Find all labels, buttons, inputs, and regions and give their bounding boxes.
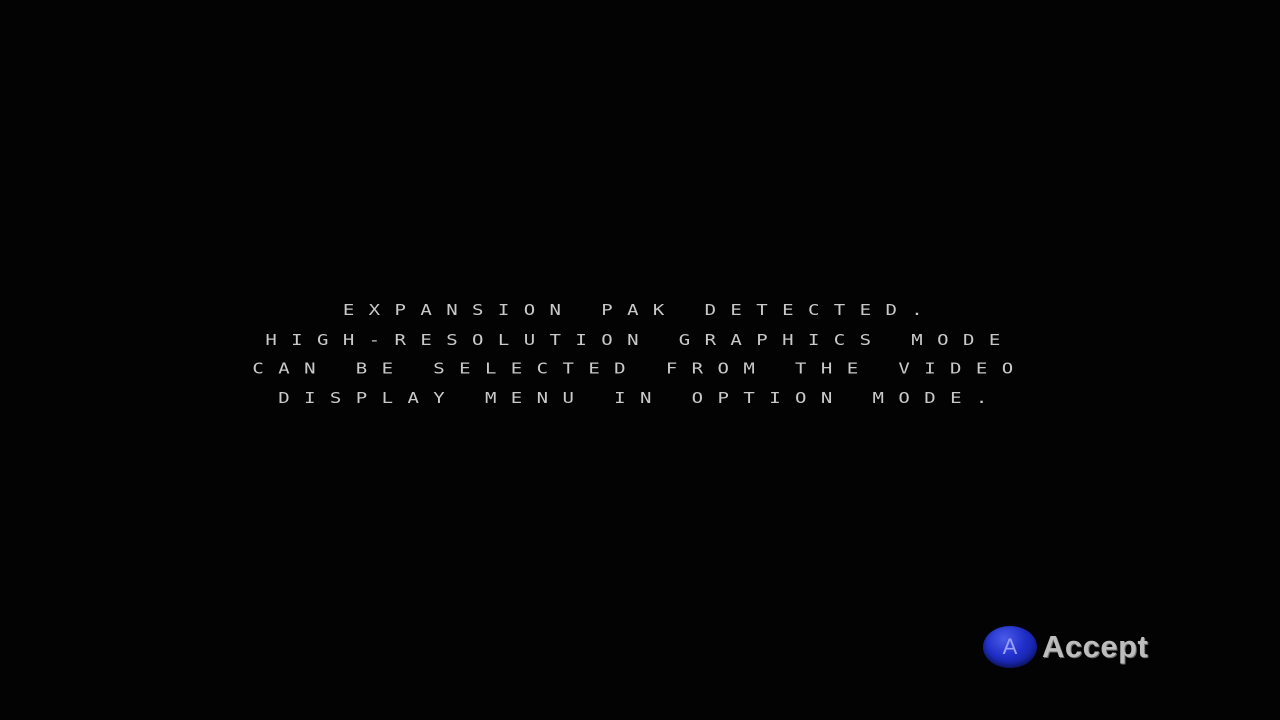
accept-label: Accept xyxy=(1042,629,1149,664)
message-line: HIGH-RESOLUTION GRAPHICS MODE xyxy=(265,330,1015,349)
expansion-pak-message: EXPANSION PAK DETECTED. HIGH-RESOLUTION … xyxy=(0,296,1280,413)
game-screen: EXPANSION PAK DETECTED. HIGH-RESOLUTION … xyxy=(0,0,1280,720)
a-button-letter: A xyxy=(1002,634,1018,659)
message-line: DISPLAY MENU IN OPTION MODE. xyxy=(278,389,1002,407)
a-button-icon[interactable]: A xyxy=(983,626,1037,668)
message-line: CAN BE SELECTED FROM THE VIDEO xyxy=(252,360,1028,378)
message-line: EXPANSION PAK DETECTED. xyxy=(342,301,938,320)
accept-prompt[interactable]: A Accept xyxy=(983,624,1148,670)
